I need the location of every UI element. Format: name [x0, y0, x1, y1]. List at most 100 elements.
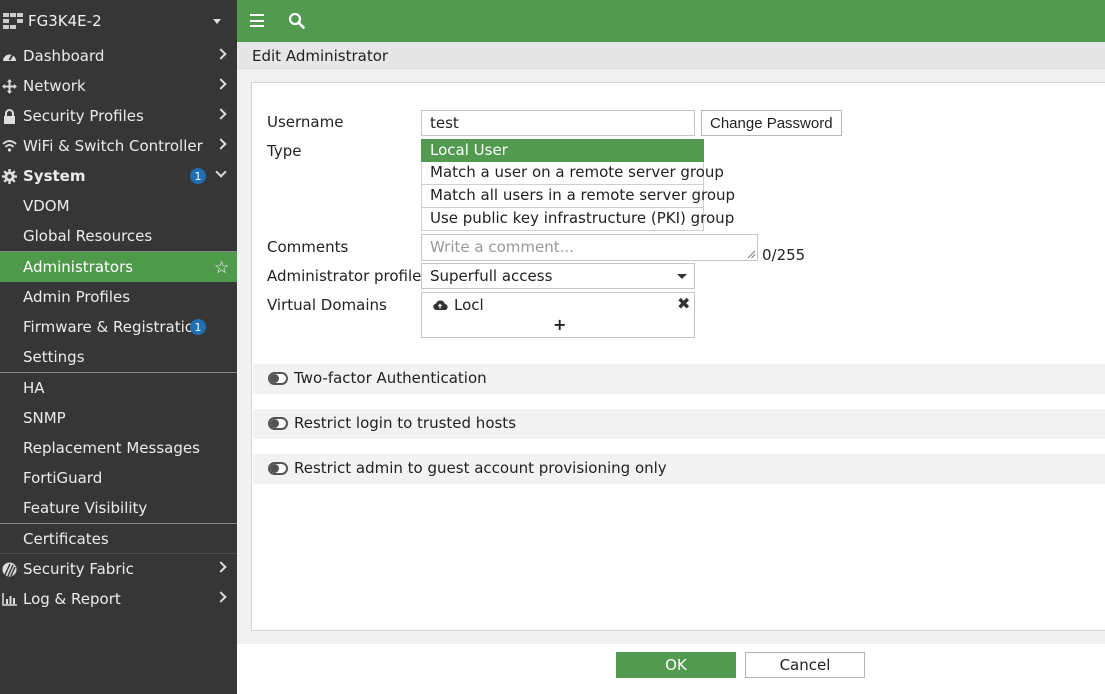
network-icon [1, 78, 17, 94]
cancel-button[interactable]: Cancel [745, 652, 865, 678]
chevron-right-icon [215, 48, 227, 60]
chevron-right-icon [215, 561, 227, 573]
chevron-right-icon [215, 138, 227, 150]
footer-bar: OK Cancel [237, 644, 1105, 694]
sidebar-item-label: Security Fabric [23, 560, 134, 578]
type-option-local-user[interactable]: Local User [421, 139, 704, 162]
sidebar-item-global-resources[interactable]: Global Resources [0, 221, 237, 251]
sidebar-item-security-fabric[interactable]: Security Fabric [0, 554, 237, 584]
admin-profile-value: Superfull access [430, 267, 553, 285]
edit-administrator-form: Username test Change Password Type Local… [251, 82, 1105, 631]
sidebar-item-label: System [23, 167, 86, 185]
chevron-right-icon [215, 591, 227, 603]
sidebar-item-security-profiles[interactable]: Security Profiles [0, 101, 237, 131]
change-password-button[interactable]: Change Password [701, 110, 842, 136]
sidebar-item-log-report[interactable]: Log & Report [0, 584, 237, 614]
virtual-domains-list: Locl ✖ + [421, 292, 695, 338]
chevron-right-icon [215, 78, 227, 90]
sidebar-item-settings[interactable]: Settings [0, 342, 237, 372]
sidebar-item-feature-visibility[interactable]: Feature Visibility [0, 493, 237, 523]
virtual-domains-label: Virtual Domains [267, 296, 387, 314]
two-factor-toggle[interactable] [268, 372, 288, 385]
admin-profile-label: Administrator profile [267, 267, 422, 285]
toggle-label: Two-factor Authentication [294, 369, 487, 387]
toggle-label: Restrict login to trusted hosts [294, 414, 517, 432]
ok-button[interactable]: OK [616, 652, 736, 678]
sidebar-item-administrators[interactable]: Administrators ☆ [0, 252, 237, 282]
sidebar-item-label: WiFi & Switch Controller [23, 137, 203, 155]
comments-label: Comments [267, 238, 349, 256]
guest-provisioning-row: Restrict admin to guest account provisio… [253, 454, 1105, 484]
sidebar-item-label: Security Profiles [23, 107, 144, 125]
device-selector[interactable]: FG3K4E-2 [0, 0, 237, 42]
chevron-down-icon [215, 166, 227, 178]
type-option-remote-user[interactable]: Match a user on a remote server group [421, 162, 724, 185]
sidebar-item-system[interactable]: System 1 [0, 161, 237, 191]
sidebar-item-label: Administrators [23, 258, 134, 276]
sidebar-item-snmp[interactable]: SNMP [0, 403, 237, 433]
sidebar-item-label: Firmware & Registration [23, 318, 204, 336]
security-fabric-icon [1, 561, 17, 577]
top-bar [237, 0, 1105, 42]
trusted-hosts-row: Restrict login to trusted hosts [253, 409, 1105, 439]
vdom-entry-label: Locl [454, 296, 484, 314]
sidebar-item-certificates[interactable]: Certificates [0, 524, 237, 554]
sidebar: FG3K4E-2 Dashboard Network Security Prof… [0, 0, 237, 694]
resize-grip-icon[interactable] [747, 250, 756, 259]
add-vdom-button[interactable]: + [553, 315, 566, 334]
sidebar-item-label: Log & Report [23, 590, 121, 608]
sidebar-item-replacement-messages[interactable]: Replacement Messages [0, 433, 237, 463]
remove-vdom-icon[interactable]: ✖ [677, 294, 690, 313]
hamburger-menu-icon[interactable] [250, 14, 264, 27]
bar-chart-icon [1, 591, 17, 607]
notification-badge: 1 [190, 168, 206, 184]
sidebar-item-network[interactable]: Network [0, 71, 237, 101]
sidebar-item-label: VDOM [23, 197, 70, 215]
username-label: Username [267, 113, 344, 131]
fortigate-logo-icon [3, 13, 23, 29]
sidebar-item-label: Replacement Messages [23, 439, 200, 457]
toggle-label: Restrict admin to guest account provisio… [294, 459, 667, 477]
sidebar-item-label: SNMP [23, 409, 66, 427]
dashboard-icon [1, 48, 17, 64]
star-favorite-icon[interactable]: ☆ [214, 258, 229, 278]
type-label: Type [267, 142, 302, 160]
lock-icon [1, 108, 17, 124]
type-option-list: Local User Match a user on a remote serv… [421, 139, 735, 231]
search-icon[interactable] [288, 12, 305, 29]
username-input[interactable]: test [421, 110, 695, 136]
device-hostname: FG3K4E-2 [28, 12, 102, 30]
sidebar-item-firmware-registration[interactable]: Firmware & Registration 1 [0, 312, 237, 342]
sidebar-item-dashboard[interactable]: Dashboard [0, 41, 237, 71]
sidebar-item-label: FortiGuard [23, 469, 103, 487]
sidebar-item-ha[interactable]: HA [0, 373, 237, 403]
dropdown-arrow-icon [677, 274, 687, 279]
type-option-remote-group[interactable]: Match all users in a remote server group [421, 185, 735, 208]
comments-textarea[interactable] [421, 234, 758, 261]
page-header: Edit Administrator [237, 42, 1105, 69]
two-factor-row: Two-factor Authentication [253, 364, 1105, 394]
sidebar-item-label: Admin Profiles [23, 288, 131, 306]
trusted-hosts-toggle[interactable] [268, 417, 288, 430]
sidebar-item-wifi-switch[interactable]: WiFi & Switch Controller [0, 131, 237, 161]
admin-profile-select[interactable]: Superfull access [421, 263, 695, 289]
sidebar-item-label: Dashboard [23, 47, 105, 65]
type-option-pki-group[interactable]: Use public key infrastructure (PKI) grou… [421, 208, 734, 231]
vdom-entry: Locl [432, 296, 484, 314]
sidebar-item-label: HA [23, 379, 45, 397]
sidebar-item-label: Feature Visibility [23, 499, 148, 517]
sidebar-item-admin-profiles[interactable]: Admin Profiles [0, 282, 237, 312]
notification-badge: 1 [190, 319, 206, 335]
cloud-icon [433, 300, 448, 311]
sidebar-item-vdom[interactable]: VDOM [0, 191, 237, 221]
chevron-right-icon [215, 108, 227, 120]
sidebar-item-label: Certificates [23, 530, 109, 548]
sidebar-item-fortiguard[interactable]: FortiGuard [0, 463, 237, 493]
sidebar-item-label: Network [23, 77, 86, 95]
comments-counter: 0/255 [762, 246, 806, 264]
caret-down-icon [213, 19, 221, 24]
gear-icon [1, 168, 17, 184]
sidebar-item-label: Global Resources [23, 227, 153, 245]
guest-provisioning-toggle[interactable] [268, 462, 288, 475]
page-title: Edit Administrator [252, 47, 389, 65]
